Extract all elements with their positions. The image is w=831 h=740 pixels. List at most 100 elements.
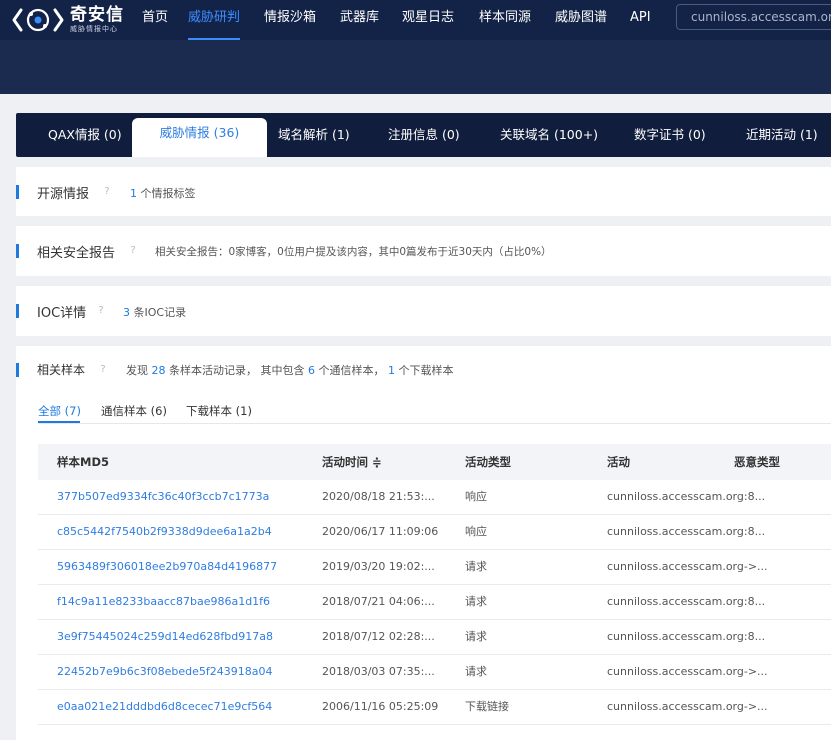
sub-header — [0, 40, 831, 94]
table-row: 5963489f306018ee2b970a84d4196877 2019/03… — [38, 550, 831, 585]
search-input[interactable]: cunniloss.accesscam.org — [676, 4, 831, 30]
help-icon[interactable]: ? — [126, 244, 140, 258]
activity-type: 请求 — [465, 595, 487, 608]
nav-item-home[interactable]: 首页 — [142, 0, 168, 40]
download-sample-count[interactable]: 1 — [388, 364, 395, 377]
section-title: 相关安全报告 — [37, 246, 116, 261]
sample-md5-link[interactable]: f14c9a11e8233baacc87bae986a1d1f6 — [57, 585, 270, 619]
summary-text: 个下载样本 — [398, 364, 454, 377]
logo-icon — [12, 8, 64, 32]
help-icon[interactable]: ? — [94, 304, 108, 318]
activity-time: 2018/03/03 07:35:... — [322, 665, 435, 678]
nav-item-arsenal[interactable]: 武器库 — [340, 0, 379, 40]
activity-time: 2020/08/18 21:53:... — [322, 490, 435, 503]
activity-time: 2018/07/12 02:28:... — [322, 630, 435, 643]
sample-summary: 发现 28 条样本活动记录， 其中包含 6 个通信样本， 1 个下载样本 — [126, 362, 454, 378]
brand-subtitle: 威胁情报中心 — [70, 25, 118, 33]
activity-time: 2020/06/17 11:09:06 — [322, 525, 439, 538]
section-title: 开源情报 — [37, 187, 90, 202]
section-info: 1 个情报标签 — [130, 185, 196, 201]
sample-tab-download[interactable]: 下载样本 (1) — [186, 403, 252, 419]
section-ioc-details: IOC详情 ? 3 条IOC记录 — [16, 286, 831, 336]
sample-md5-link[interactable]: 377b507ed9334fc36c40f3ccb7c1773a — [57, 480, 269, 514]
tag-count-label: 个情报标签 — [140, 187, 196, 200]
table-row: 377b507ed9334fc36c40f3ccb7c1773a 2020/08… — [38, 480, 831, 515]
activity-type: 下载链接 — [465, 700, 509, 713]
section-marker — [16, 185, 19, 199]
tab-threat-intel[interactable]: 威胁情报 (36) — [132, 118, 267, 157]
ioc-count-label: 条IOC记录 — [133, 306, 187, 319]
section-marker — [16, 244, 19, 258]
brand-title: 奇安信 — [70, 5, 124, 25]
activity-detail: cunniloss.accesscam.org:8... — [607, 525, 766, 538]
top-nav: 奇安信 威胁情报中心 首页 威胁研判 情报沙箱 武器库 观星日志 样本同源 威胁… — [0, 0, 831, 41]
activity-type: 请求 — [465, 665, 487, 678]
col-activity-time[interactable]: 活动时间 ≑ — [322, 444, 382, 480]
tab-certificates[interactable]: 数字证书 (0) — [634, 113, 706, 157]
table-row: e0aa021e21dddbd6d8cecec71e9cf564 2006/11… — [38, 690, 831, 725]
result-tabbar: QAX情报 (0) 威胁情报 (36) 域名解析 (1) 注册信息 (0) 关联… — [16, 113, 831, 157]
sample-md5-link[interactable]: 5963489f306018ee2b970a84d4196877 — [57, 550, 277, 584]
brand-logo[interactable]: 奇安信 威胁情报中心 — [12, 6, 124, 34]
table-row: 3e9f75445024c259d14ed628fbd917a8 2018/07… — [38, 620, 831, 655]
activity-type: 请求 — [465, 630, 487, 643]
sample-md5-link[interactable]: e0aa021e21dddbd6d8cecec71e9cf564 — [57, 690, 272, 724]
section-marker — [16, 363, 19, 377]
section-title: IOC详情 — [37, 306, 87, 321]
col-md5: 样本MD5 — [57, 455, 109, 469]
table-row: f14c9a11e8233baacc87bae986a1d1f6 2018/07… — [38, 585, 831, 620]
nav-item-log[interactable]: 观星日志 — [402, 0, 454, 40]
activity-detail: cunniloss.accesscam.org->... — [607, 665, 768, 678]
sample-tab-communication[interactable]: 通信样本 (6) — [101, 403, 167, 419]
nav-item-sample-homology[interactable]: 样本同源 — [479, 0, 531, 40]
tab-related-domains[interactable]: 关联域名 (100+) — [500, 113, 598, 157]
activity-detail: cunniloss.accesscam.org:8... — [607, 595, 766, 608]
report-summary: 相关安全报告：0家博客，0位用户提及该内容，其中0篇发布于近30天内（占比0%） — [155, 246, 552, 258]
ioc-count[interactable]: 3 — [123, 306, 130, 319]
tab-qax-intel[interactable]: QAX情报 (0) — [48, 113, 122, 157]
activity-detail: cunniloss.accesscam.org:8... — [607, 490, 766, 503]
nav-item-api[interactable]: API — [630, 0, 651, 40]
sample-md5-link[interactable]: 3e9f75445024c259d14ed628fbd917a8 — [57, 620, 273, 654]
nav-item-sandbox[interactable]: 情报沙箱 — [264, 0, 316, 40]
help-icon[interactable]: ? — [96, 363, 110, 377]
activity-type: 响应 — [465, 490, 487, 503]
summary-text: 条样本活动记录， 其中包含 — [169, 364, 305, 377]
active-tab-underline — [38, 421, 80, 423]
tab-recent-activity[interactable]: 近期活动 (1) — [746, 113, 818, 157]
table-header: 样本MD5 活动时间 ≑ 活动类型 活动 恶意类型 — [38, 444, 831, 480]
comm-sample-count[interactable]: 6 — [308, 364, 315, 377]
help-icon[interactable]: ? — [100, 185, 114, 199]
activity-time: 2006/11/16 05:25:09 — [322, 700, 439, 713]
activity-detail: cunniloss.accesscam.org->... — [607, 700, 768, 713]
section-info: 3 条IOC记录 — [123, 304, 186, 320]
summary-text: 个通信样本， — [318, 364, 385, 377]
section-security-reports: 相关安全报告 ? 相关安全报告：0家博客，0位用户提及该内容，其中0篇发布于近3… — [16, 226, 831, 276]
col-activity: 活动 — [607, 455, 630, 469]
section-opensource-intel: 开源情报 ? 1 个情报标签 — [16, 167, 831, 216]
nav-item-threat-analysis[interactable]: 威胁研判 — [188, 0, 241, 41]
activity-detail: cunniloss.accesscam.org:8... — [607, 630, 766, 643]
activity-time: 2018/07/21 04:06:... — [322, 595, 435, 608]
col-malware-type: 恶意类型 — [734, 455, 780, 469]
activity-time: 2019/03/20 19:02:... — [322, 560, 435, 573]
activity-type: 请求 — [465, 560, 487, 573]
table-row: c85c5442f7540b2f9338d9dee6a1a2b4 2020/06… — [38, 515, 831, 550]
sample-md5-link[interactable]: c85c5442f7540b2f9338d9dee6a1a2b4 — [57, 515, 272, 549]
tab-divider — [38, 423, 831, 424]
tag-count[interactable]: 1 — [130, 187, 137, 200]
tab-whois[interactable]: 注册信息 (0) — [388, 113, 460, 157]
summary-text: 发现 — [126, 364, 148, 377]
activity-detail: cunniloss.accesscam.org->... — [607, 560, 768, 573]
table-row: 22452b7e9b6c3f08ebede5f243918a04 2018/03… — [38, 655, 831, 690]
nav-item-label: 威胁研判 — [188, 10, 241, 25]
section-title: 相关样本 — [37, 363, 86, 377]
tab-dns-resolution[interactable]: 域名解析 (1) — [278, 113, 350, 157]
sample-tab-all[interactable]: 全部 (7) — [38, 403, 81, 419]
activity-count[interactable]: 28 — [152, 364, 166, 377]
col-activity-type: 活动类型 — [465, 455, 511, 469]
section-marker — [16, 304, 19, 318]
activity-type: 响应 — [465, 525, 487, 538]
sample-md5-link[interactable]: 22452b7e9b6c3f08ebede5f243918a04 — [57, 655, 273, 689]
nav-item-threat-graph[interactable]: 威胁图谱 — [555, 0, 607, 40]
